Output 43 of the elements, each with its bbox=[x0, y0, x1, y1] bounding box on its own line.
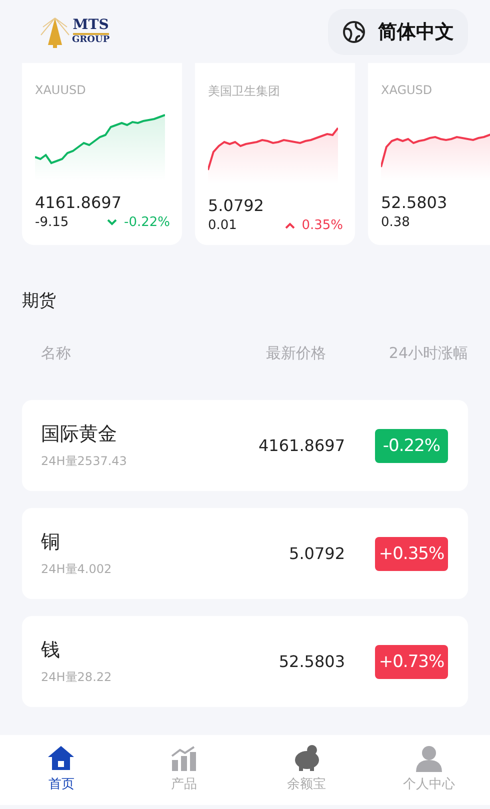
market-price: 52.5803 bbox=[278, 652, 345, 671]
market-row[interactable]: 国际黄金 24H量2537.43 4161.8697 -0.22% bbox=[22, 400, 468, 491]
market-row[interactable]: 钱 24H量28.22 52.5803 +0.73% bbox=[22, 616, 468, 707]
ticker-price: 52.5803 bbox=[381, 193, 448, 212]
market-volume: 24H量2537.43 bbox=[41, 453, 128, 470]
ticker-card[interactable]: XAUUSD 4161.8697 -9.15 -0.22% bbox=[22, 63, 182, 245]
ticker-change: -9.15 bbox=[35, 215, 69, 230]
ticker-change: 0.01 bbox=[208, 218, 237, 233]
ticker-change: 0.38 bbox=[381, 215, 410, 230]
market-price: 5.0792 bbox=[289, 544, 345, 563]
change-badge: +0.73% bbox=[375, 644, 448, 678]
ticker-price: 5.0792 bbox=[208, 196, 265, 215]
market-name: 钱 bbox=[41, 638, 61, 663]
piggy-bank-icon bbox=[292, 744, 320, 772]
ticker-symbol: 美国卫生集团 bbox=[208, 83, 281, 100]
market-name: 铜 bbox=[41, 530, 61, 555]
market-volume: 24H量28.22 bbox=[41, 669, 113, 686]
language-button[interactable]: 简体中文 bbox=[328, 8, 468, 54]
market-name: 国际黄金 bbox=[41, 422, 118, 447]
column-header: 名称 bbox=[41, 344, 72, 363]
logo-subtext: GROUP bbox=[72, 36, 110, 45]
ticker-price: 4161.8697 bbox=[35, 193, 123, 212]
ticker-percent: 0.35% bbox=[302, 218, 343, 233]
nav-tab[interactable]: 首页 bbox=[0, 735, 122, 805]
ticker-card[interactable]: XAGUSD 52.5803 0.38 bbox=[368, 63, 490, 245]
column-header: 最新价格 bbox=[265, 344, 327, 363]
market-volume: 24H量4.002 bbox=[41, 561, 113, 578]
market-row[interactable]: 铜 24H量4.002 5.0792 +0.35% bbox=[22, 508, 468, 599]
section-title: 期货 bbox=[21, 290, 57, 312]
logo-icon bbox=[40, 14, 70, 48]
home-icon bbox=[47, 744, 76, 772]
market-price: 4161.8697 bbox=[258, 436, 345, 455]
ticker-symbol: XAUUSD bbox=[35, 83, 87, 97]
change-badge: -0.22% bbox=[375, 428, 448, 462]
ticker-card[interactable]: 美国卫生集团 5.0792 0.01 0.35% bbox=[195, 63, 355, 245]
ticker-percent: -0.22% bbox=[124, 215, 170, 230]
user-icon bbox=[414, 744, 443, 772]
bar-chart-icon bbox=[170, 744, 198, 772]
globe-icon bbox=[342, 20, 366, 44]
column-header: 24小时涨幅 bbox=[388, 344, 468, 363]
change-badge: +0.35% bbox=[375, 536, 448, 570]
ticker-symbol: XAGUSD bbox=[381, 83, 434, 97]
logo-text: MTS bbox=[72, 18, 109, 35]
